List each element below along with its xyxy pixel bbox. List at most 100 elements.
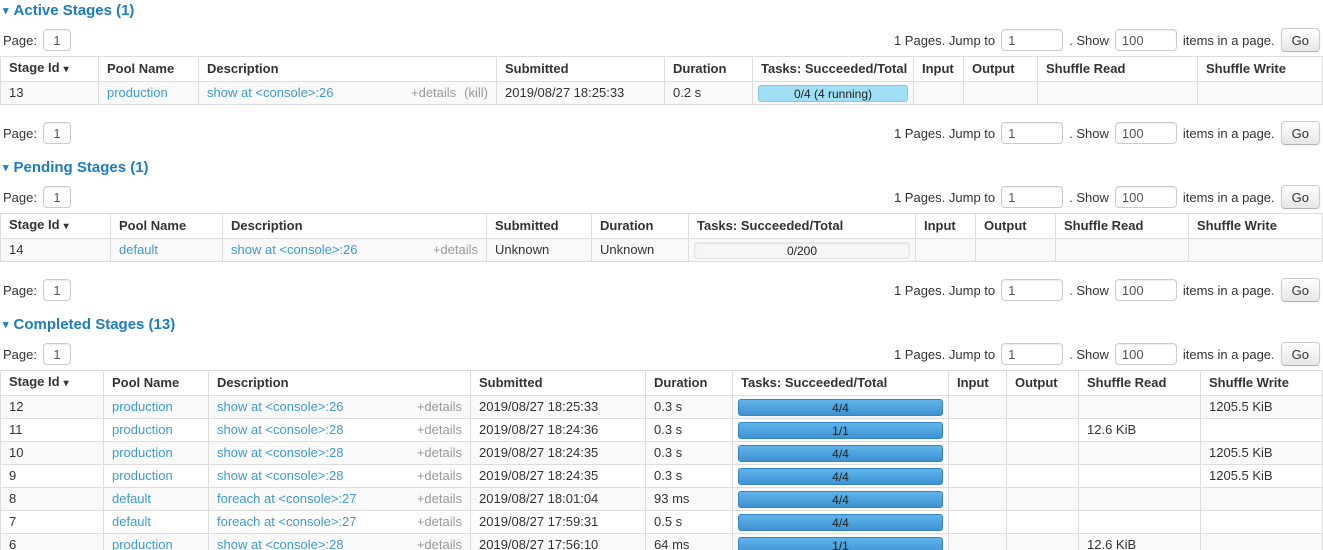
- jump-to-input[interactable]: [1001, 122, 1063, 144]
- pool-name-link[interactable]: production: [112, 422, 173, 437]
- column-header-input[interactable]: Input: [914, 57, 964, 82]
- column-header-stage-id[interactable]: Stage Id▾: [1, 214, 111, 239]
- column-header-tasks[interactable]: Tasks: Succeeded/Total: [689, 214, 916, 239]
- column-header-duration[interactable]: Duration: [592, 214, 689, 239]
- show-count-input[interactable]: [1115, 186, 1177, 208]
- pool-name-link[interactable]: production: [112, 537, 173, 550]
- output-cell: [1007, 419, 1079, 442]
- task-progress-bar: 4/4: [738, 514, 943, 531]
- details-link[interactable]: +details: [417, 515, 462, 529]
- column-header-pool[interactable]: Pool Name: [111, 214, 223, 239]
- show-count-input[interactable]: [1115, 29, 1177, 51]
- column-header-description[interactable]: Description: [209, 371, 471, 396]
- pool-name-link[interactable]: default: [112, 491, 151, 506]
- column-header-duration[interactable]: Duration: [646, 371, 733, 396]
- column-header-stage-id[interactable]: Stage Id▾: [1, 371, 104, 396]
- jump-to-input[interactable]: [1001, 186, 1063, 208]
- description-link[interactable]: show at <console>:26: [207, 86, 333, 100]
- column-header-submitted[interactable]: Submitted: [487, 214, 592, 239]
- column-header-description[interactable]: Description: [199, 57, 497, 82]
- details-link[interactable]: +details: [417, 469, 462, 483]
- details-link[interactable]: +details: [411, 86, 456, 100]
- page-number-input[interactable]: [43, 279, 71, 301]
- pool-name-link[interactable]: default: [119, 242, 158, 257]
- go-button[interactable]: Go: [1281, 121, 1320, 145]
- task-progress-bar: 4/4: [738, 399, 943, 416]
- go-button[interactable]: Go: [1281, 278, 1320, 302]
- pool-name-link[interactable]: production: [112, 445, 173, 460]
- column-header-shuffle-write[interactable]: Shuffle Write: [1189, 214, 1323, 239]
- description-link[interactable]: foreach at <console>:27: [217, 492, 357, 506]
- show-count-input[interactable]: [1115, 122, 1177, 144]
- description-link[interactable]: show at <console>:28: [217, 469, 343, 483]
- pool-name-link[interactable]: production: [112, 399, 173, 414]
- column-header-shuffle-read[interactable]: Shuffle Read: [1079, 371, 1201, 396]
- go-button[interactable]: Go: [1281, 28, 1320, 52]
- show-count-input[interactable]: [1115, 343, 1177, 365]
- pool-name-link[interactable]: production: [107, 85, 168, 100]
- jump-to-input[interactable]: [1001, 343, 1063, 365]
- column-header-output[interactable]: Output: [1007, 371, 1079, 396]
- output-cell: [1007, 396, 1079, 419]
- column-header-description[interactable]: Description: [223, 214, 487, 239]
- column-header-pool[interactable]: Pool Name: [99, 57, 199, 82]
- column-header-tasks[interactable]: Tasks: Succeeded/Total: [733, 371, 949, 396]
- page-label: Page:: [3, 33, 37, 48]
- column-header-output[interactable]: Output: [976, 214, 1056, 239]
- details-link[interactable]: +details: [417, 423, 462, 437]
- pagination-right: 1 Pages. Jump to. Showitems in a page.Go: [888, 121, 1320, 145]
- tasks-cell: 1/1: [733, 534, 949, 550]
- duration-cell: 0.2 s: [665, 82, 753, 105]
- shuffle-read-cell: [1079, 442, 1201, 465]
- column-header-tasks[interactable]: Tasks: Succeeded/Total: [753, 57, 914, 82]
- details-link[interactable]: +details: [417, 446, 462, 460]
- pool-name-link[interactable]: default: [112, 514, 151, 529]
- go-button[interactable]: Go: [1281, 342, 1320, 366]
- column-header-output[interactable]: Output: [964, 57, 1038, 82]
- page-number-input[interactable]: [43, 186, 71, 208]
- column-header-submitted[interactable]: Submitted: [497, 57, 665, 82]
- column-header-pool[interactable]: Pool Name: [104, 371, 209, 396]
- section-title-pending[interactable]: ▾Pending Stages (1): [3, 159, 1320, 177]
- pagination-right: 1 Pages. Jump to. Showitems in a page.Go: [888, 342, 1320, 366]
- column-header-submitted[interactable]: Submitted: [471, 371, 646, 396]
- go-button[interactable]: Go: [1281, 185, 1320, 209]
- column-header-shuffle-write[interactable]: Shuffle Write: [1201, 371, 1323, 396]
- page-number-input[interactable]: [43, 29, 71, 51]
- column-header-shuffle-read[interactable]: Shuffle Read: [1038, 57, 1198, 82]
- shuffle-read-cell: 12.6 KiB: [1079, 419, 1201, 442]
- submitted-cell: 2019/08/27 18:25:33: [471, 396, 646, 419]
- column-header-shuffle-read[interactable]: Shuffle Read: [1056, 214, 1189, 239]
- details-link[interactable]: +details: [417, 400, 462, 414]
- task-progress-label: 4/4: [832, 447, 849, 461]
- task-progress-bar: 1/1: [738, 537, 943, 550]
- section-title-active[interactable]: ▾Active Stages (1): [3, 2, 1320, 20]
- details-link[interactable]: +details: [433, 243, 478, 257]
- description-link[interactable]: foreach at <console>:27: [217, 515, 357, 529]
- details-link[interactable]: +details: [417, 538, 462, 550]
- table-header-row: Stage Id▾Pool NameDescriptionSubmittedDu…: [1, 371, 1323, 396]
- section-title-completed[interactable]: ▾Completed Stages (13): [3, 316, 1320, 334]
- details-link[interactable]: +details: [417, 492, 462, 506]
- jump-to-input[interactable]: [1001, 279, 1063, 301]
- description-link[interactable]: show at <console>:26: [217, 400, 343, 414]
- column-header-input[interactable]: Input: [916, 214, 976, 239]
- column-header-label: Shuffle Write: [1206, 61, 1286, 76]
- column-header-stage-id[interactable]: Stage Id▾: [1, 57, 99, 82]
- column-header-shuffle-write[interactable]: Shuffle Write: [1198, 57, 1323, 82]
- pool-name-link[interactable]: production: [112, 468, 173, 483]
- column-header-label: Shuffle Read: [1087, 375, 1166, 390]
- page-number-input[interactable]: [43, 122, 71, 144]
- jump-to-input[interactable]: [1001, 29, 1063, 51]
- column-header-label: Output: [984, 218, 1027, 233]
- description-link[interactable]: show at <console>:28: [217, 423, 343, 437]
- description-link[interactable]: show at <console>:28: [217, 446, 343, 460]
- show-count-input[interactable]: [1115, 279, 1177, 301]
- column-header-duration[interactable]: Duration: [665, 57, 753, 82]
- kill-link[interactable]: (kill): [464, 86, 488, 100]
- column-header-input[interactable]: Input: [949, 371, 1007, 396]
- task-progress-label: 4/4: [832, 493, 849, 507]
- description-link[interactable]: show at <console>:26: [231, 243, 357, 257]
- page-number-input[interactable]: [43, 343, 71, 365]
- description-link[interactable]: show at <console>:28: [217, 538, 343, 550]
